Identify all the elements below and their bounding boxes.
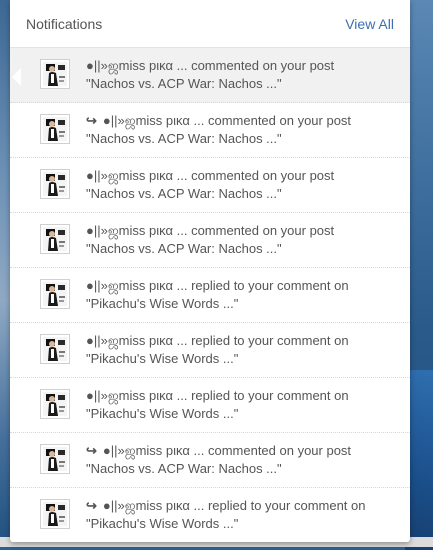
avatar-image <box>43 227 67 251</box>
avatar <box>40 334 70 364</box>
reply-icon: ↪ <box>86 113 97 128</box>
notifications-dropdown: Notifications View All ●||»ஜmiss pικα ..… <box>10 0 410 542</box>
notification-action: commented on your post <box>191 58 335 73</box>
notification-actor: ●||»ஜmiss pικα ... <box>102 443 205 458</box>
notification-item[interactable]: ●||»ஜmiss pικα ... replied to your comme… <box>10 378 410 433</box>
notification-line-1: ●||»ஜmiss pικα ... replied to your comme… <box>86 387 349 405</box>
notification-actor: ●||»ஜmiss pικα ... <box>86 388 188 403</box>
notification-actor: ●||»ஜmiss pικα ... <box>102 498 205 513</box>
notification-line-1: ↪ ●||»ஜmiss pικα ... commented on your po… <box>86 442 351 460</box>
notification-action: replied to your comment on <box>191 388 349 403</box>
notification-item[interactable]: ●||»ஜmiss pικα ... replied to your comme… <box>10 268 410 323</box>
avatar-image <box>43 62 67 86</box>
notification-line-1: ●||»ஜmiss pικα ... commented on your pos… <box>86 222 334 240</box>
notification-actor: ●||»ஜmiss pικα ... <box>86 278 188 293</box>
notification-target: "Nachos vs. ACP War: Nachos ..." <box>86 461 282 476</box>
notification-text: ●||»ஜmiss pικα ... commented on your pos… <box>86 222 334 258</box>
avatar-image <box>43 447 67 471</box>
notification-line-1: ●||»ஜmiss pικα ... commented on your pos… <box>86 167 334 185</box>
notifications-title: Notifications <box>26 15 103 32</box>
dropdown-pointer <box>12 68 21 86</box>
notification-action: replied to your comment on <box>207 498 366 513</box>
reply-icon: ↪ <box>86 498 97 513</box>
notification-text: ●||»ஜmiss pικα ... commented on your pos… <box>86 57 334 93</box>
notification-actor: ●||»ஜmiss pικα ... <box>86 223 188 238</box>
notification-item[interactable]: ↪ ●||»ஜmiss pικα ... commented on your po… <box>10 433 410 488</box>
notification-line-1: ●||»ஜmiss pικα ... commented on your pos… <box>86 57 334 75</box>
notification-item[interactable]: ●||»ஜmiss pικα ... commented on your pos… <box>10 48 410 103</box>
notification-actor: ●||»ஜmiss pικα ... <box>102 113 205 128</box>
notification-target: "Pikachu's Wise Words ..." <box>86 406 239 421</box>
notification-text: ↪ ●||»ஜmiss pικα ... commented on your po… <box>86 112 351 148</box>
avatar-image <box>43 282 67 306</box>
avatar-image <box>43 337 67 361</box>
notification-target: "Nachos vs. ACP War: Nachos ..." <box>86 131 282 146</box>
notification-actor: ●||»ஜmiss pικα ... <box>86 168 188 183</box>
notification-text: ●||»ஜmiss pικα ... replied to your comme… <box>86 332 349 368</box>
notification-line-1: ●||»ஜmiss pικα ... replied to your comme… <box>86 277 349 295</box>
notification-item[interactable]: ●||»ஜmiss pικα ... replied to your comme… <box>10 323 410 378</box>
notification-target: "Pikachu's Wise Words ..." <box>86 296 239 311</box>
notification-text: ●||»ஜmiss pικα ... commented on your pos… <box>86 167 334 203</box>
avatar-image <box>43 502 67 526</box>
notification-item[interactable]: ●||»ஜmiss pικα ... commented on your pos… <box>10 158 410 213</box>
avatar <box>40 389 70 419</box>
avatar <box>40 59 70 89</box>
notification-actor: ●||»ஜmiss pικα ... <box>86 58 188 73</box>
notification-action: commented on your post <box>191 168 335 183</box>
notification-item[interactable]: ↪ ●||»ஜmiss pικα ... commented on your po… <box>10 103 410 158</box>
notification-text: ●||»ஜmiss pικα ... replied to your comme… <box>86 277 349 313</box>
notifications-header: Notifications View All <box>10 0 410 48</box>
notification-item[interactable]: ↪ ●||»ஜmiss pικα ... replied to your comm… <box>10 488 410 543</box>
avatar-image <box>43 172 67 196</box>
reply-icon: ↪ <box>86 443 97 458</box>
notifications-list: ●||»ஜmiss pικα ... commented on your pos… <box>10 48 410 543</box>
avatar <box>40 114 70 144</box>
avatar-image <box>43 392 67 416</box>
notification-action: replied to your comment on <box>191 278 349 293</box>
notification-action: commented on your post <box>207 113 352 128</box>
notification-text: ●||»ஜmiss pικα ... replied to your comme… <box>86 387 349 423</box>
notification-target: "Pikachu's Wise Words ..." <box>86 351 239 366</box>
avatar <box>40 499 70 529</box>
view-all-link[interactable]: View All <box>345 16 394 32</box>
notification-target: "Nachos vs. ACP War: Nachos ..." <box>86 76 282 91</box>
avatar <box>40 279 70 309</box>
notification-action: commented on your post <box>191 223 335 238</box>
notification-text: ↪ ●||»ஜmiss pικα ... replied to your comm… <box>86 497 366 533</box>
notification-line-1: ↪ ●||»ஜmiss pικα ... replied to your comm… <box>86 497 366 515</box>
avatar <box>40 444 70 474</box>
avatar-image <box>43 117 67 141</box>
notification-line-1: ●||»ஜmiss pικα ... replied to your comme… <box>86 332 349 350</box>
notification-item[interactable]: ●||»ஜmiss pικα ... commented on your pos… <box>10 213 410 268</box>
notification-action: replied to your comment on <box>191 333 349 348</box>
notification-action: commented on your post <box>207 443 352 458</box>
notification-text: ↪ ●||»ஜmiss pικα ... commented on your po… <box>86 442 351 478</box>
notification-actor: ●||»ஜmiss pικα ... <box>86 333 188 348</box>
notification-target: "Nachos vs. ACP War: Nachos ..." <box>86 241 282 256</box>
notification-target: "Nachos vs. ACP War: Nachos ..." <box>86 186 282 201</box>
notification-target: "Pikachu's Wise Words ..." <box>86 516 239 531</box>
avatar <box>40 224 70 254</box>
notification-line-1: ↪ ●||»ஜmiss pικα ... commented on your po… <box>86 112 351 130</box>
avatar <box>40 169 70 199</box>
